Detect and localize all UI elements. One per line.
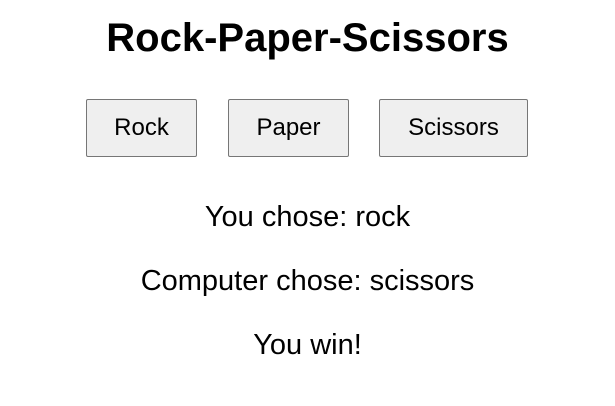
outcome-text: You win!	[253, 329, 362, 361]
scissors-button[interactable]: Scissors	[379, 99, 528, 157]
computer-choice-text: Computer chose: scissors	[140, 265, 475, 297]
choice-buttons: Rock Paper Scissors	[0, 99, 615, 157]
game-page: Rock-Paper-Scissors Rock Paper Scissors …	[0, 0, 615, 406]
rock-button[interactable]: Rock	[86, 99, 197, 157]
page-title: Rock-Paper-Scissors	[106, 16, 509, 60]
paper-button[interactable]: Paper	[228, 99, 349, 157]
user-choice-text: You chose: rock	[204, 201, 411, 233]
